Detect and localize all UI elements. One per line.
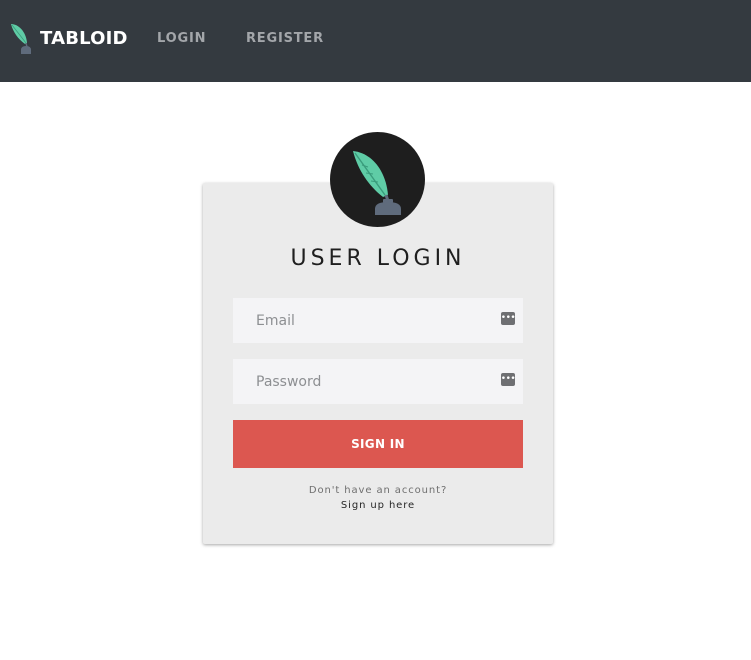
brand-link[interactable]: TABLOID [8,20,128,56]
nav-login-link[interactable]: LOGIN [157,31,206,46]
quill-inkwell-icon [352,150,401,215]
account-prompt-text: Don't have an account? [308,485,448,496]
sign-up-link[interactable]: Sign up here [203,500,553,511]
password-manager-key-icon[interactable]: ••• [501,312,516,325]
quill-inkwell-icon [11,24,31,54]
nav-register-link[interactable]: REGISTER [246,31,324,46]
brand-name: TABLOID [40,27,128,49]
top-navbar: TABLOID LOGIN REGISTER [0,0,751,82]
password-field-wrapper: ••• [233,359,523,404]
email-field-wrapper: ••• [233,298,523,343]
password-manager-key-icon[interactable]: ••• [501,373,516,386]
login-avatar [330,132,425,227]
sign-in-button[interactable]: SIGN IN [233,420,523,468]
email-input[interactable] [233,298,523,343]
password-input[interactable] [233,359,523,404]
login-title: USER LOGIN [290,246,466,271]
